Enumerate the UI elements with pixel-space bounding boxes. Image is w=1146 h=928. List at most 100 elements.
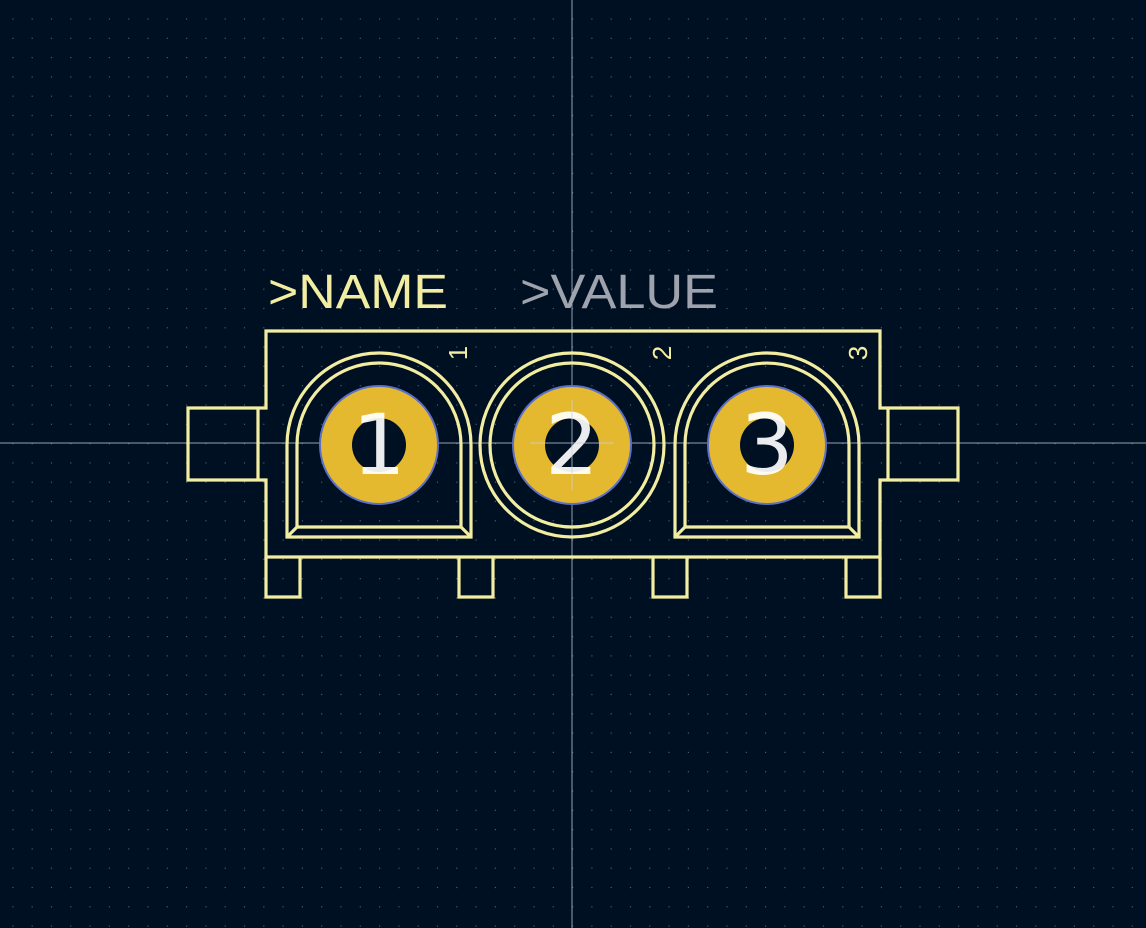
grid-dot (282, 481, 284, 483)
grid-dot (224, 751, 226, 753)
grid-dot (610, 790, 612, 792)
name-field[interactable]: >NAME (268, 266, 448, 319)
grid-dot (629, 250, 632, 252)
grid-dot (977, 906, 979, 908)
grid-dot (533, 578, 535, 580)
grid-dot (591, 616, 593, 618)
grid-dot (919, 211, 921, 213)
grid-dot (205, 134, 207, 136)
grid-dot (70, 693, 72, 696)
grid-dot (166, 288, 168, 290)
grid-dot (128, 404, 130, 406)
grid-dot (398, 172, 400, 174)
grid-dot (842, 636, 844, 638)
grid-dot (224, 867, 226, 869)
grid-dot (359, 616, 361, 618)
grid-dot (340, 539, 342, 541)
grid-dot (977, 809, 979, 811)
grid-dot (494, 114, 496, 117)
grid-dot (263, 462, 265, 464)
grid-dot (89, 95, 91, 97)
grid-dot (822, 636, 825, 638)
grid-dot (1093, 192, 1095, 194)
pad-1[interactable]: 1 (319, 385, 439, 505)
grid-dot (745, 771, 747, 773)
grid-dot (31, 18, 33, 20)
value-field[interactable]: >VALUE (520, 266, 718, 319)
grid-dot (147, 481, 149, 483)
grid-dot (398, 385, 400, 387)
grid-dot (668, 230, 670, 232)
grid-dot (398, 751, 400, 753)
grid-dot (900, 76, 902, 78)
grid-dot (50, 829, 53, 831)
grid-dot (224, 732, 226, 734)
grid-dot (514, 809, 516, 811)
grid-dot (31, 95, 33, 97)
grid-dot (417, 829, 419, 831)
pad-3[interactable]: 3 (707, 385, 827, 505)
grid-dot (301, 809, 303, 811)
grid-dot (822, 404, 825, 406)
grid-dot (958, 636, 960, 638)
grid-dot (1093, 288, 1095, 290)
grid-dot (89, 886, 91, 889)
grid-dot (398, 211, 400, 213)
grid-dot (668, 37, 670, 39)
grid-dot (128, 636, 130, 638)
grid-dot (938, 829, 940, 831)
grid-dot (166, 481, 168, 483)
grid-dot (533, 172, 535, 174)
grid-dot (436, 751, 439, 753)
grid-dot (977, 385, 979, 387)
grid-dot (977, 114, 979, 117)
grid-dot (147, 423, 149, 425)
grid-dot (514, 307, 516, 310)
grid-dot (263, 655, 265, 657)
grid-dot (861, 134, 863, 136)
grid-dot (436, 597, 439, 599)
grid-dot (649, 674, 651, 676)
grid-dot (359, 848, 361, 850)
grid-dot (861, 925, 863, 927)
grid-dot (243, 192, 246, 194)
grid-dot (514, 751, 516, 753)
grid-dot (938, 172, 940, 174)
grid-dot (765, 365, 767, 367)
grid-dot (880, 95, 882, 97)
grid-dot (31, 616, 33, 618)
grid-dot (456, 713, 458, 715)
grid-dot (494, 192, 496, 194)
grid-dot (803, 655, 805, 657)
grid-dot (1112, 250, 1114, 252)
grid-dot (417, 250, 419, 252)
grid-dot (321, 616, 323, 618)
grid-dot (359, 925, 361, 927)
grid-dot (379, 95, 381, 97)
grid-dot (263, 539, 265, 541)
grid-dot (1112, 385, 1114, 387)
grid-dot (475, 751, 477, 753)
grid-dot (842, 520, 844, 522)
grid-dot (919, 288, 921, 290)
grid-dot (900, 790, 902, 792)
grid-dot (649, 211, 651, 213)
grid-dot (726, 211, 728, 213)
grid-dot (301, 37, 303, 39)
grid-dot (436, 153, 439, 155)
grid-dot (70, 655, 72, 657)
grid-dot (12, 713, 14, 715)
grid-dot (1073, 346, 1075, 348)
grid-dot (629, 713, 632, 715)
grid-dot (128, 790, 130, 792)
grid-dot (900, 886, 902, 889)
grid-dot (919, 404, 921, 406)
grid-dot (900, 809, 902, 811)
grid-dot (745, 616, 747, 618)
grid-dot (803, 365, 805, 367)
grid-dot (822, 674, 825, 676)
grid-dot (1093, 616, 1095, 618)
grid-dot (1112, 462, 1114, 464)
grid-dot (958, 886, 960, 889)
grid-dot (147, 867, 149, 869)
